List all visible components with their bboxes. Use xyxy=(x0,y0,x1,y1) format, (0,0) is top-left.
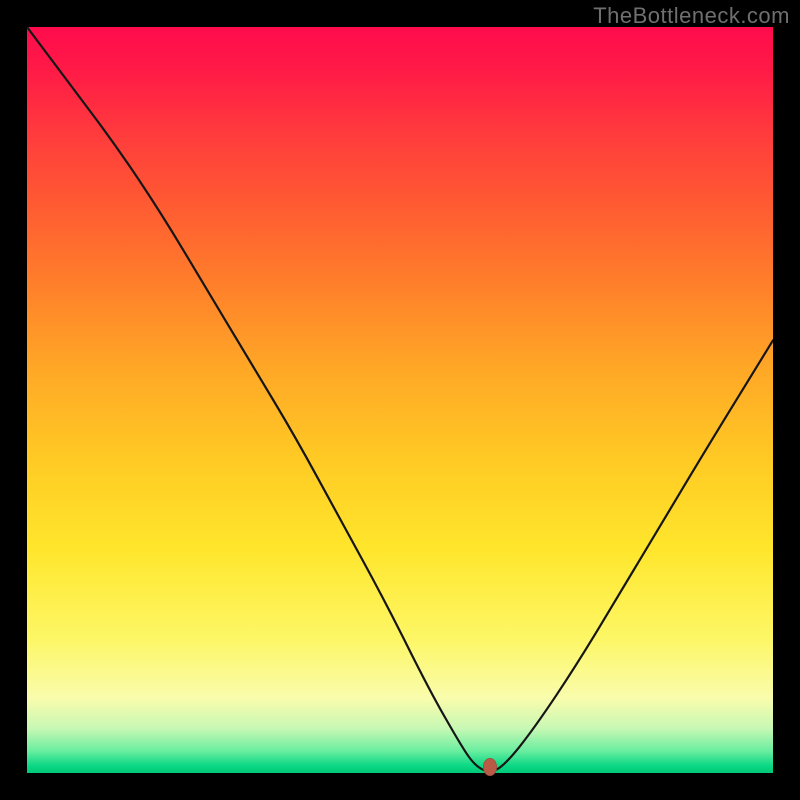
watermark-text: TheBottleneck.com xyxy=(593,3,790,29)
heat-gradient xyxy=(27,27,773,773)
chart-container: TheBottleneck.com xyxy=(0,0,800,800)
optimal-point-marker xyxy=(483,758,497,776)
plot-area xyxy=(27,27,773,773)
